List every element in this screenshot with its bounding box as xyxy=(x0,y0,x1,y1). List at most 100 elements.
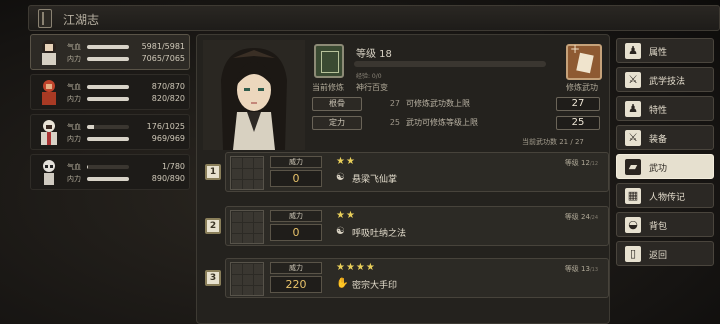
sword-icon: ⚔ xyxy=(625,130,641,146)
skill-index: 3 xyxy=(205,270,221,286)
monk-avatar-icon xyxy=(41,120,57,145)
skill-index: 2 xyxy=(205,218,221,234)
mp-label: 内力 xyxy=(67,175,81,183)
character-roster: 气血 5981/5981 内力 7065/7065 气血 870/870 内力 … xyxy=(30,34,190,194)
character-card-4[interactable]: 气血 1/780 内力 890/890 xyxy=(30,154,190,190)
mp-label: 内力 xyxy=(67,135,81,143)
stat-desc: 可修炼武功数上限 xyxy=(406,99,470,108)
level-label: 等级 18 xyxy=(356,49,392,60)
menu-item-inventory[interactable]: ◒ 背包 xyxy=(616,212,714,237)
mp-bar xyxy=(87,137,129,141)
menu-item-traits[interactable]: ♟ 特性 xyxy=(616,96,714,121)
train-skill-button[interactable] xyxy=(566,42,602,80)
skill-grid-icon xyxy=(230,262,264,296)
hp-label: 气血 xyxy=(67,163,81,171)
menu-label: 人物传记 xyxy=(649,193,686,203)
menu-item-techniques[interactable]: ⚔ 武学技法 xyxy=(616,67,714,92)
title-bar: 江湖志 xyxy=(28,5,720,31)
exp-text: 经验: 0/0 xyxy=(356,73,382,80)
menu-label: 武学技法 xyxy=(649,77,686,87)
menu-label: 武功 xyxy=(649,164,668,174)
menu-item-martial-arts[interactable]: ▰ 武功 xyxy=(616,154,714,179)
skill-grid-icon xyxy=(230,210,264,244)
stat-value: 25 xyxy=(389,118,400,127)
skill-name: 呼吸吐纳之法 xyxy=(352,229,407,239)
scroll-icon: ▰ xyxy=(625,159,641,175)
skill-row[interactable]: 2 威力 0 ★★ ☯ 呼吸吐纳之法 等级 24/24 xyxy=(203,206,609,248)
hp-value: 1/780 xyxy=(161,162,185,171)
menu-item-equipment[interactable]: ⚔ 装备 xyxy=(616,125,714,150)
yin-yang-icon: ☯ xyxy=(336,226,345,237)
side-menu: ♟ 属性 ⚔ 武学技法 ♟ 特性 ⚔ 装备 ▰ 武功 ▦ 人物传记 ◒ 背包 ▯… xyxy=(616,38,714,270)
stat-row-focus: 定力 25 武功可修炼等级上限 25 xyxy=(312,116,610,132)
skill-row[interactable]: 1 威力 0 ★★ ☯ 悬梁飞仙掌 等级 12/12 xyxy=(203,152,609,194)
mp-label: 内力 xyxy=(67,95,81,103)
skill-row[interactable]: 3 威力 220 ★★★★ ✋ 密宗大手印 等级 13/13 xyxy=(203,258,609,300)
hp-bar xyxy=(87,45,129,49)
hp-bar xyxy=(87,85,129,89)
book-icon: ▦ xyxy=(625,188,641,204)
power-value: 0 xyxy=(270,224,322,241)
menu-item-back[interactable]: ▯ 返回 xyxy=(616,241,714,266)
hp-value: 870/870 xyxy=(151,82,185,91)
menu-label: 特性 xyxy=(649,106,668,116)
mp-bar xyxy=(87,57,129,61)
character-card-2[interactable]: 气血 870/870 内力 820/820 xyxy=(30,74,190,110)
power-label: 威力 xyxy=(270,262,322,274)
red-warrior-avatar-icon xyxy=(42,80,56,105)
character-card-3[interactable]: 气血 176/1025 内力 969/969 xyxy=(30,114,190,150)
rarity-stars: ★★ xyxy=(336,156,356,167)
rarity-stars: ★★ xyxy=(336,210,356,221)
palm-icon: ✋ xyxy=(336,278,349,289)
mp-value: 820/820 xyxy=(151,94,185,103)
fighter-icon: ⚔ xyxy=(625,72,641,88)
mp-bar xyxy=(87,97,129,101)
door-icon: ▯ xyxy=(625,246,641,262)
hp-value: 5981/5981 xyxy=(141,42,185,51)
skill-name: 悬梁飞仙掌 xyxy=(352,175,398,185)
hp-label: 气血 xyxy=(67,43,81,51)
window-title: 江湖志 xyxy=(63,13,100,27)
mp-value: 890/890 xyxy=(151,174,185,183)
person-icon: ♟ xyxy=(625,43,641,59)
hp-bar xyxy=(87,125,95,129)
stat-key: 定力 xyxy=(312,116,362,130)
skill-level: 等级 24/24 xyxy=(564,213,598,221)
current-skill-scroll-icon[interactable] xyxy=(314,44,344,78)
current-skill-name: 神行百变 xyxy=(356,83,388,92)
book-icon xyxy=(38,9,52,28)
character-portrait xyxy=(203,40,305,150)
power-label: 威力 xyxy=(270,156,322,168)
stat-box: 27 xyxy=(556,97,600,111)
yin-yang-icon: ☯ xyxy=(336,172,345,183)
hero-avatar-icon xyxy=(42,40,56,65)
stat-value: 27 xyxy=(389,99,400,108)
skill-name: 密宗大手印 xyxy=(352,281,398,291)
menu-item-biography[interactable]: ▦ 人物传记 xyxy=(616,183,714,208)
skeleton-avatar-icon xyxy=(43,160,55,185)
train-skill-label: 修炼武功 xyxy=(566,83,598,92)
skill-grid-icon xyxy=(230,156,264,190)
hp-label: 气血 xyxy=(67,123,81,131)
skill-count: 当前武功数 21 / 27 xyxy=(522,138,584,146)
mp-value: 7065/7065 xyxy=(141,54,185,63)
skill-level: 等级 13/13 xyxy=(564,265,598,273)
menu-label: 背包 xyxy=(649,222,668,232)
hp-label: 气血 xyxy=(67,83,81,91)
stat-row-bone: 根骨 27 可修炼武功数上限 27 xyxy=(312,97,610,113)
menu-label: 返回 xyxy=(649,251,668,261)
mp-bar xyxy=(87,177,129,181)
stat-box: 25 xyxy=(556,116,600,130)
character-card-1[interactable]: 气血 5981/5981 内力 7065/7065 xyxy=(30,34,190,70)
power-value: 0 xyxy=(270,170,322,187)
trait-icon: ♟ xyxy=(625,101,641,117)
stat-key: 根骨 xyxy=(312,97,362,111)
hp-value: 176/1025 xyxy=(146,122,185,131)
skill-level: 等级 12/12 xyxy=(564,159,598,167)
current-training-caption: 当前修炼 xyxy=(312,83,344,92)
exp-bar xyxy=(354,61,546,67)
mp-value: 969/969 xyxy=(151,134,185,143)
mp-label: 内力 xyxy=(67,55,81,63)
menu-label: 属性 xyxy=(649,48,668,58)
menu-item-attributes[interactable]: ♟ 属性 xyxy=(616,38,714,63)
